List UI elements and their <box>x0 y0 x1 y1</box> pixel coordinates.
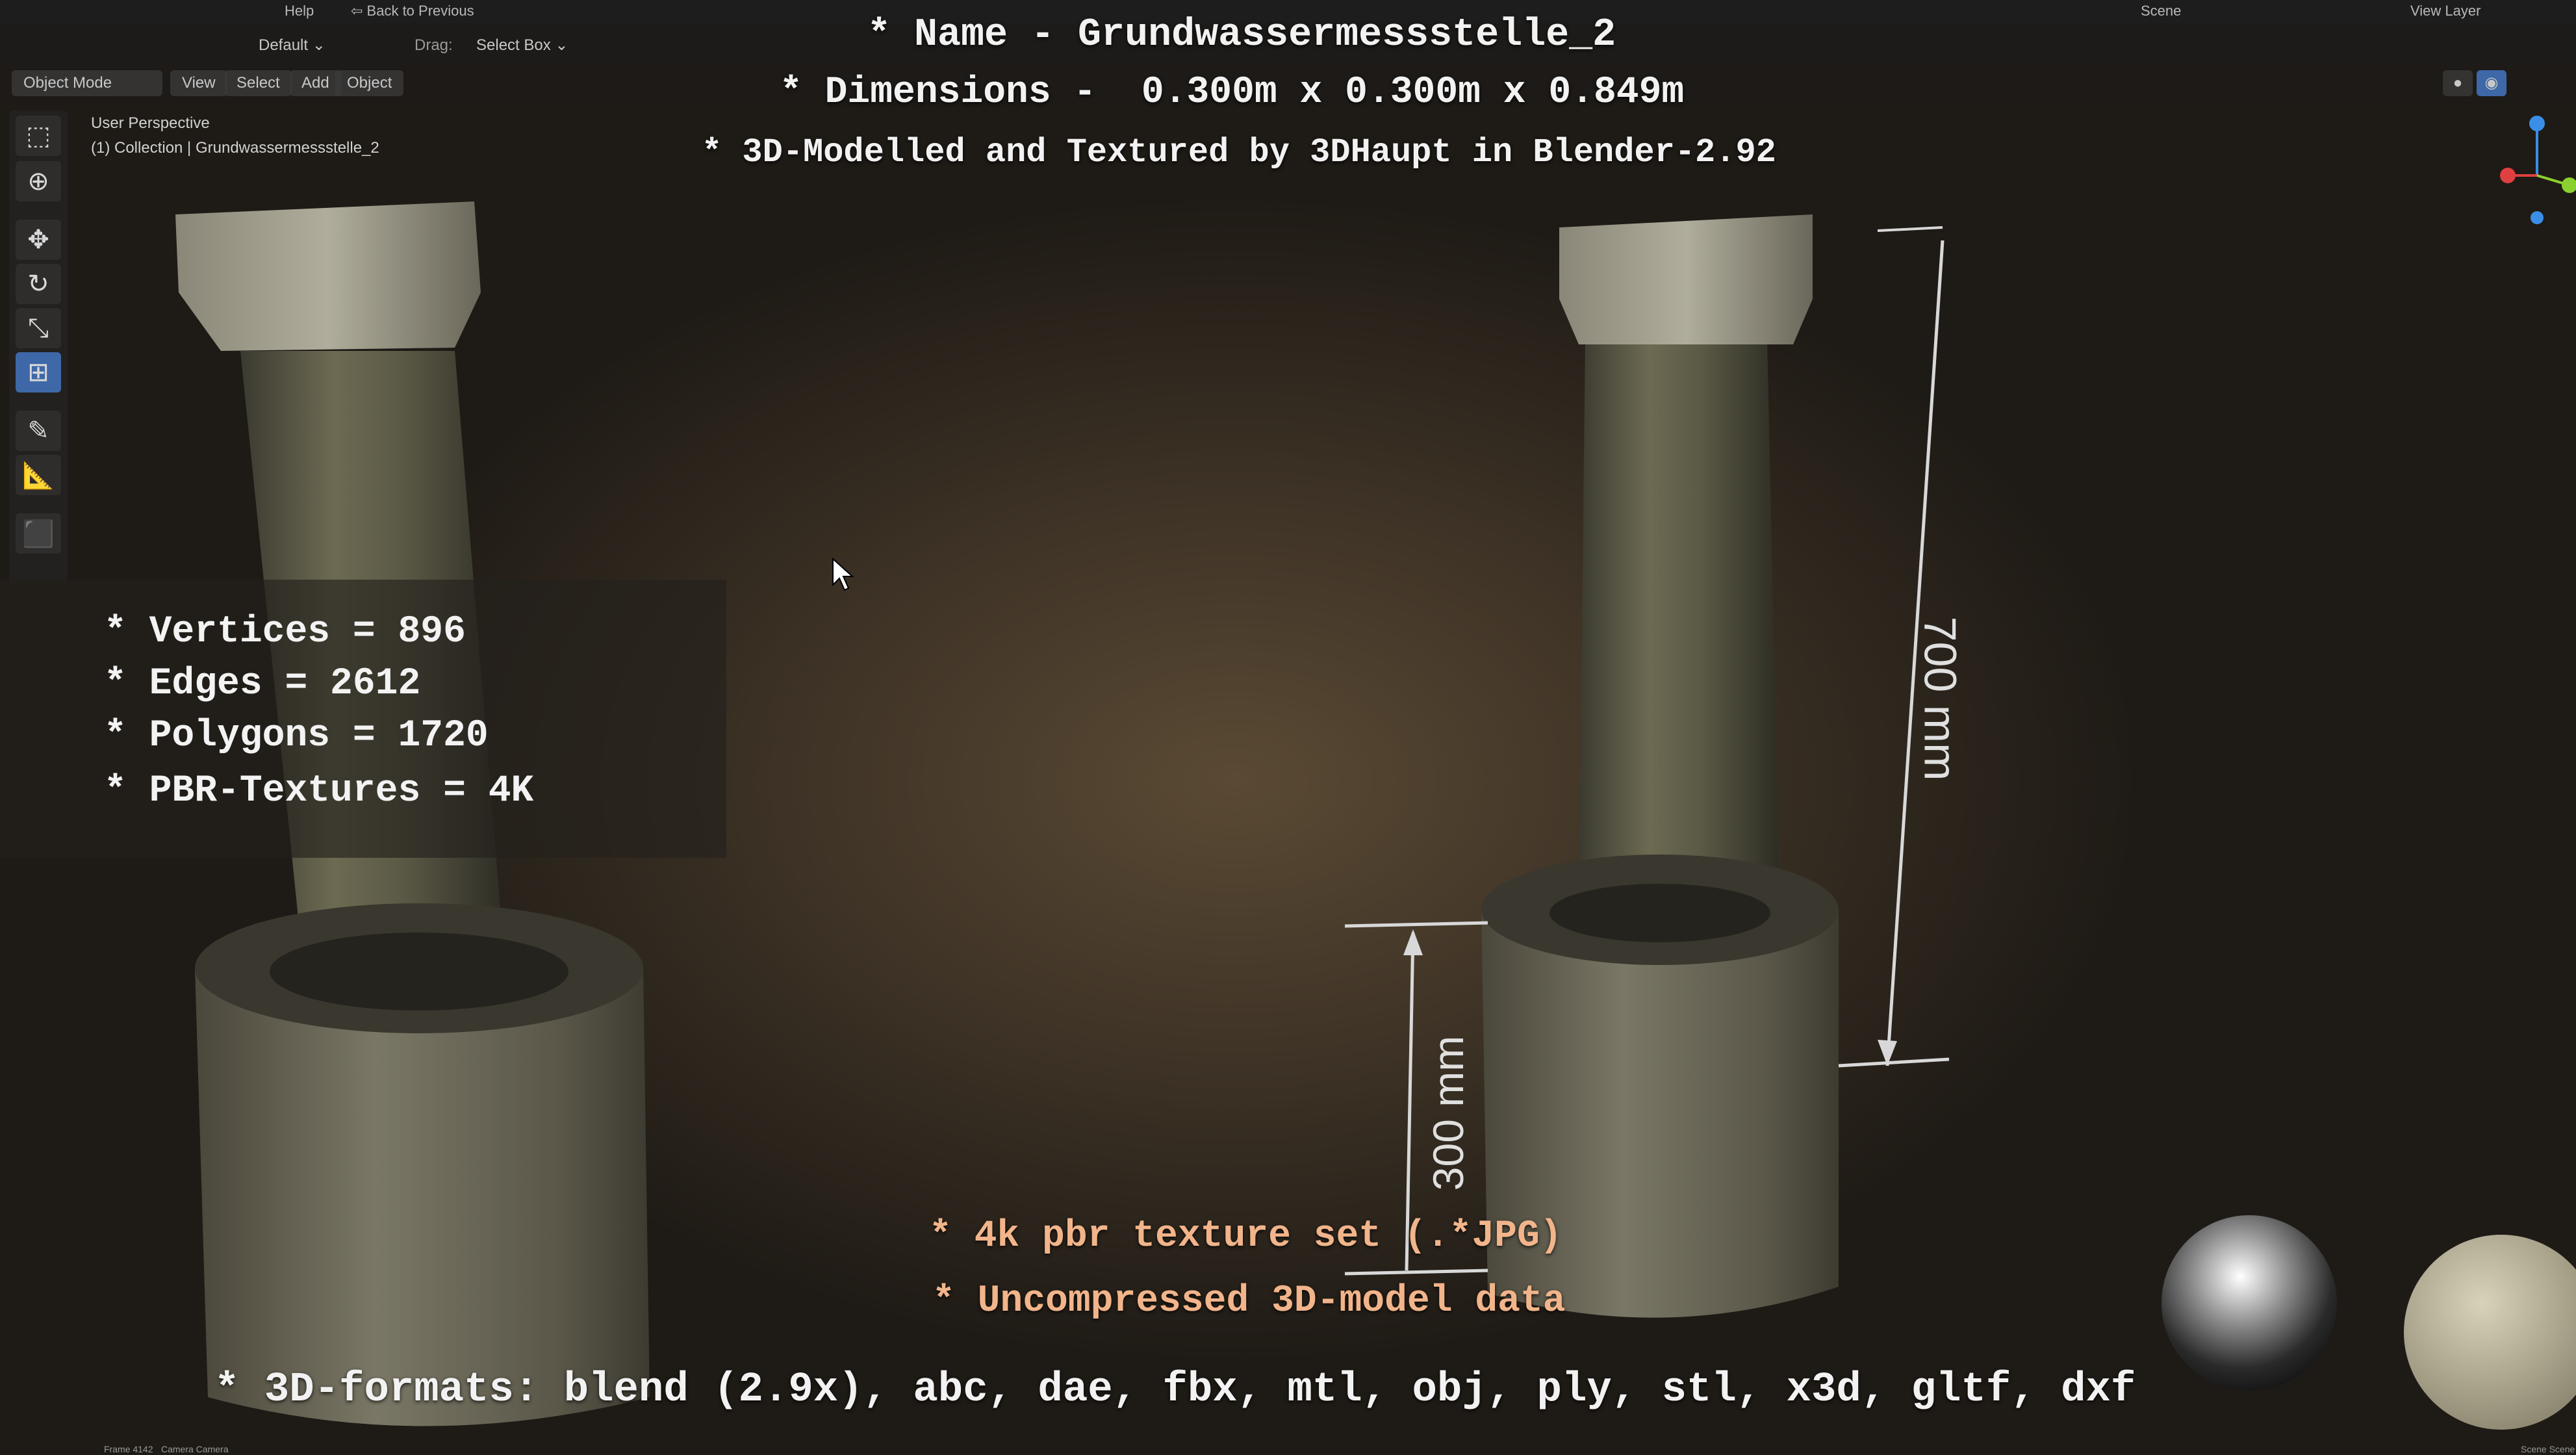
drag-select-dropdown[interactable]: Select Box ⌄ <box>465 32 580 58</box>
dimension-label-300: 300 mm <box>1424 1035 1473 1191</box>
chevron-down-icon: ⌄ <box>312 36 325 54</box>
orientation-value: Default <box>259 36 309 54</box>
scale-tool-icon[interactable]: ⤡ <box>16 308 61 348</box>
stat-polygons: * Polygons = 1720 <box>104 715 489 757</box>
view-layer-selector[interactable]: View Layer <box>2410 3 2480 19</box>
object-mode-dropdown[interactable]: Object Mode <box>12 70 162 96</box>
select-tool-icon[interactable]: ⬚ <box>16 116 61 156</box>
rotate-tool-icon[interactable]: ↻ <box>16 264 61 304</box>
back-icon: ⇦ <box>351 3 367 19</box>
drag-select-value: Select Box <box>476 36 551 54</box>
dimensions-line: * Dimensions - 0.300m x 0.300m x 0.849m <box>780 71 1685 114</box>
gizmo-y-icon[interactable] <box>2562 177 2576 193</box>
viewport-collection-label: (1) Collection | Grundwassermessstelle_2 <box>91 139 379 157</box>
uncompressed-line: * Uncompressed 3D-model data <box>932 1280 1566 1322</box>
back-button-label: Back to Previous <box>366 3 474 19</box>
back-to-previous-button[interactable]: ⇦ Back to Previous <box>351 3 474 19</box>
dimension-label-700: 700 mm <box>1915 616 1966 781</box>
help-menu[interactable]: Help <box>285 3 314 19</box>
viewport-shading-rendered-button[interactable]: ◉ <box>2477 70 2506 96</box>
view-menu[interactable]: View <box>170 70 227 96</box>
stat-vertices: * Vertices = 896 <box>104 611 466 653</box>
credit-line: * 3D-Modelled and Textured by 3DHaupt in… <box>702 133 1776 172</box>
gizmo-z-icon[interactable] <box>2529 116 2545 131</box>
formats-line: * 3D-formats: blend (2.9x), abc, dae, fb… <box>214 1367 2136 1413</box>
move-tool-icon[interactable]: ✥ <box>16 220 61 260</box>
object-menu[interactable]: Object <box>335 70 404 96</box>
tool-shelf: ⬚ ⊕ ✥ ↻ ⤡ ⊞ ✎ 📐 ⬛ <box>9 110 68 585</box>
orientation-dropdown[interactable]: Default ⌄ <box>247 32 337 58</box>
cursor-tool-icon[interactable]: ⊕ <box>16 161 61 201</box>
frame-status: Frame 4142 <box>104 1444 153 1454</box>
stat-pbr-textures: * PBR-Textures = 4K <box>104 770 534 812</box>
model-name-line: * Name - Grundwassermessstelle_2 <box>867 13 1616 57</box>
transform-tool-icon[interactable]: ⊞ <box>16 352 61 393</box>
add-menu[interactable]: Add <box>290 70 341 96</box>
object-mode-label: Object Mode <box>23 74 112 92</box>
add-cube-tool-icon[interactable]: ⬛ <box>16 513 61 554</box>
texture-set-line: * 4k pbr texture set (.*JPG) <box>929 1215 1562 1257</box>
stat-edges: * Edges = 2612 <box>104 663 421 705</box>
gizmo-x-icon[interactable] <box>2500 168 2516 183</box>
scene-selector[interactable]: Scene <box>2141 3 2181 19</box>
camera-status: Camera Camera <box>161 1444 229 1454</box>
scene-status: Scene Scene <box>2521 1444 2575 1454</box>
viewport-shading-solid-button[interactable]: ● <box>2443 70 2473 96</box>
measure-tool-icon[interactable]: 📐 <box>16 455 61 495</box>
drag-label: Drag: <box>414 36 453 54</box>
gizmo-neg-z-icon[interactable] <box>2531 211 2544 224</box>
navigation-gizmo[interactable] <box>2498 104 2576 234</box>
viewport-perspective-label: User Perspective <box>91 114 210 132</box>
annotate-tool-icon[interactable]: ✎ <box>16 411 61 451</box>
select-menu[interactable]: Select <box>225 70 292 96</box>
chevron-down-icon: ⌄ <box>555 36 568 54</box>
